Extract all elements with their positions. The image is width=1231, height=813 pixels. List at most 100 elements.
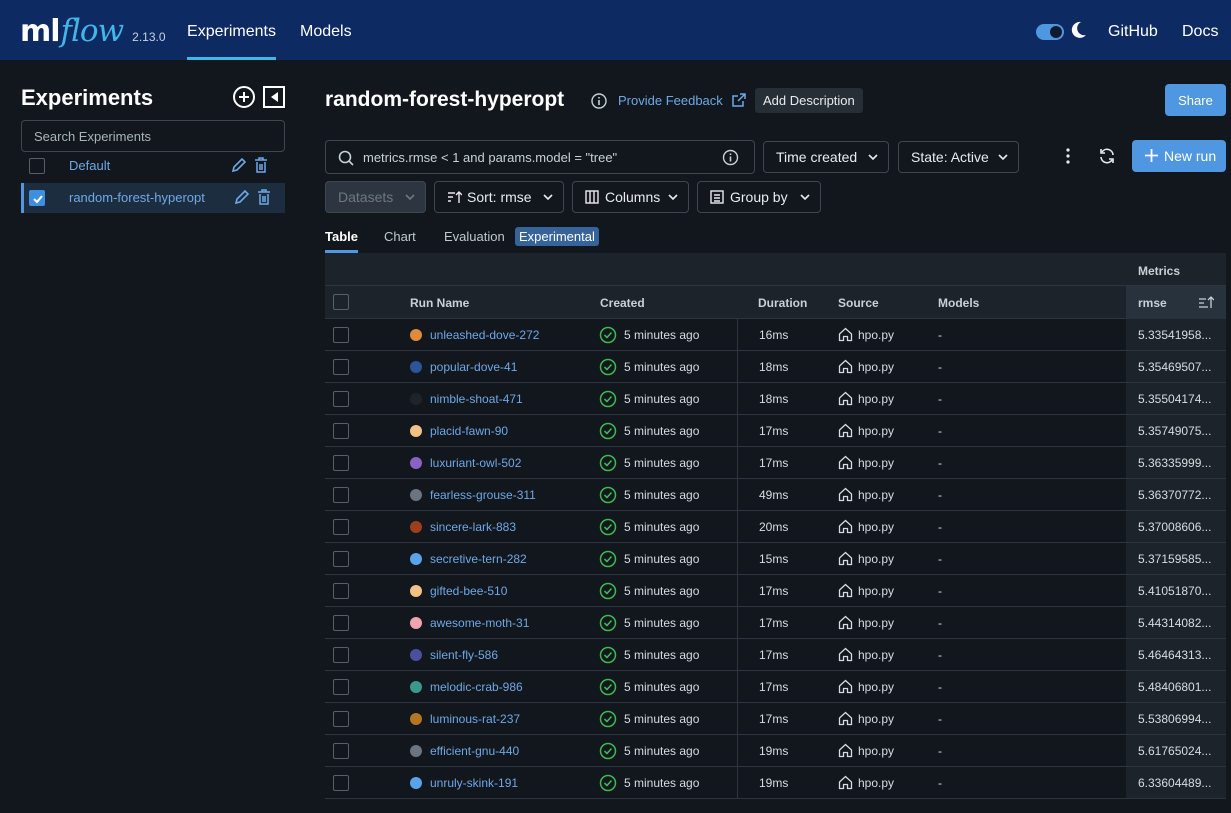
row-checkbox[interactable] bbox=[333, 519, 349, 535]
state-dropdown[interactable]: State: Active bbox=[898, 141, 1019, 173]
run-name-link[interactable]: gifted-bee-510 bbox=[430, 584, 507, 598]
tab-chart[interactable]: Chart bbox=[384, 229, 416, 244]
source-value[interactable]: hpo.py bbox=[858, 456, 894, 470]
table-row[interactable]: sincere-lark-883 5 minutes ago 20ms hpo.… bbox=[325, 511, 1226, 543]
collapse-sidebar-icon[interactable] bbox=[262, 85, 286, 109]
table-row[interactable]: nimble-shoat-471 5 minutes ago 18ms hpo.… bbox=[325, 383, 1226, 415]
run-color-dot[interactable] bbox=[410, 425, 422, 437]
run-name-link[interactable]: efficient-gnu-440 bbox=[430, 744, 519, 758]
row-checkbox[interactable] bbox=[333, 327, 349, 343]
table-row[interactable]: unleashed-dove-272 5 minutes ago 16ms hp… bbox=[325, 319, 1226, 351]
edit-icon[interactable] bbox=[231, 157, 247, 173]
info-icon[interactable] bbox=[591, 93, 607, 109]
header-duration[interactable]: Duration bbox=[758, 296, 807, 310]
row-checkbox[interactable] bbox=[333, 647, 349, 663]
run-color-dot[interactable] bbox=[410, 745, 422, 757]
tab-table[interactable]: Table bbox=[325, 229, 358, 244]
refresh-icon[interactable] bbox=[1098, 147, 1116, 165]
run-color-dot[interactable] bbox=[410, 521, 422, 533]
dark-mode-toggle[interactable] bbox=[1036, 24, 1064, 40]
row-checkbox[interactable] bbox=[333, 679, 349, 695]
nav-experiments[interactable]: Experiments bbox=[187, 0, 276, 60]
row-checkbox[interactable] bbox=[333, 359, 349, 375]
datasets-dropdown[interactable]: Datasets bbox=[325, 181, 426, 213]
run-search-input[interactable]: metrics.rmse < 1 and params.model = "tre… bbox=[325, 140, 755, 174]
row-checkbox[interactable] bbox=[333, 487, 349, 503]
share-button[interactable]: Share bbox=[1165, 84, 1226, 116]
run-name-link[interactable]: unleashed-dove-272 bbox=[430, 328, 539, 342]
nav-docs[interactable]: Docs bbox=[1182, 0, 1218, 60]
source-value[interactable]: hpo.py bbox=[858, 392, 894, 406]
table-row[interactable]: fearless-grouse-311 5 minutes ago 49ms h… bbox=[325, 479, 1226, 511]
sidebar-item-random-forest-hyperopt[interactable]: random-forest-hyperopt bbox=[21, 183, 285, 213]
run-color-dot[interactable] bbox=[410, 617, 422, 629]
source-value[interactable]: hpo.py bbox=[858, 648, 894, 662]
table-row[interactable]: luxuriant-owl-502 5 minutes ago 17ms hpo… bbox=[325, 447, 1226, 479]
group-by-dropdown[interactable]: Group by bbox=[697, 181, 821, 213]
run-name-link[interactable]: popular-dove-41 bbox=[430, 360, 517, 374]
source-value[interactable]: hpo.py bbox=[858, 712, 894, 726]
row-checkbox[interactable] bbox=[333, 583, 349, 599]
mlflow-logo[interactable]: ml flow 2.13.0 bbox=[20, 13, 166, 49]
source-value[interactable]: hpo.py bbox=[858, 424, 894, 438]
columns-dropdown[interactable]: Columns bbox=[572, 181, 689, 213]
table-row[interactable]: gifted-bee-510 5 minutes ago 17ms hpo.py… bbox=[325, 575, 1226, 607]
sort-dropdown[interactable]: Sort: rmse bbox=[434, 181, 564, 213]
add-experiment-icon[interactable] bbox=[232, 85, 256, 109]
row-checkbox[interactable] bbox=[333, 711, 349, 727]
run-name-link[interactable]: unruly-skink-191 bbox=[430, 776, 518, 790]
run-color-dot[interactable] bbox=[410, 585, 422, 597]
delete-icon[interactable] bbox=[257, 189, 271, 205]
run-name-link[interactable]: silent-fly-586 bbox=[430, 648, 498, 662]
table-row[interactable]: melodic-crab-986 5 minutes ago 17ms hpo.… bbox=[325, 671, 1226, 703]
source-value[interactable]: hpo.py bbox=[858, 488, 894, 502]
external-link-icon[interactable] bbox=[732, 93, 746, 107]
table-row[interactable]: luminous-rat-237 5 minutes ago 17ms hpo.… bbox=[325, 703, 1226, 735]
experiment-label[interactable]: random-forest-hyperopt bbox=[69, 190, 205, 205]
run-name-link[interactable]: placid-fawn-90 bbox=[430, 424, 508, 438]
run-color-dot[interactable] bbox=[410, 393, 422, 405]
run-name-link[interactable]: nimble-shoat-471 bbox=[430, 392, 523, 406]
run-name-link[interactable]: secretive-tern-282 bbox=[430, 552, 527, 566]
search-query-text[interactable]: metrics.rmse < 1 and params.model = "tre… bbox=[363, 150, 617, 165]
run-color-dot[interactable] bbox=[410, 649, 422, 661]
run-name-link[interactable]: luxuriant-owl-502 bbox=[430, 456, 521, 470]
run-name-link[interactable]: fearless-grouse-311 bbox=[430, 488, 536, 502]
run-name-link[interactable]: awesome-moth-31 bbox=[430, 616, 529, 630]
delete-icon[interactable] bbox=[254, 157, 268, 173]
experiment-checkbox[interactable] bbox=[29, 190, 45, 206]
search-help-icon[interactable] bbox=[722, 149, 739, 166]
run-color-dot[interactable] bbox=[410, 713, 422, 725]
sidebar-item-default[interactable]: Default bbox=[21, 151, 285, 181]
run-name-link[interactable]: luminous-rat-237 bbox=[430, 712, 520, 726]
row-checkbox[interactable] bbox=[333, 775, 349, 791]
row-checkbox[interactable] bbox=[333, 551, 349, 567]
header-created[interactable]: Created bbox=[600, 296, 645, 310]
row-checkbox[interactable] bbox=[333, 615, 349, 631]
header-models[interactable]: Models bbox=[938, 296, 979, 310]
sort-ascending-icon[interactable] bbox=[1198, 295, 1214, 309]
source-value[interactable]: hpo.py bbox=[858, 520, 894, 534]
table-row[interactable]: popular-dove-41 5 minutes ago 18ms hpo.p… bbox=[325, 351, 1226, 383]
source-value[interactable]: hpo.py bbox=[858, 680, 894, 694]
run-color-dot[interactable] bbox=[410, 457, 422, 469]
add-description-button[interactable]: Add Description bbox=[755, 88, 863, 113]
source-value[interactable]: hpo.py bbox=[858, 360, 894, 374]
run-color-dot[interactable] bbox=[410, 489, 422, 501]
nav-models[interactable]: Models bbox=[300, 0, 352, 60]
provide-feedback-link[interactable]: Provide Feedback bbox=[618, 93, 723, 108]
more-options-icon[interactable] bbox=[1062, 147, 1074, 165]
time-created-dropdown[interactable]: Time created bbox=[763, 141, 889, 173]
source-value[interactable]: hpo.py bbox=[858, 328, 894, 342]
table-row[interactable]: secretive-tern-282 5 minutes ago 15ms hp… bbox=[325, 543, 1226, 575]
row-checkbox[interactable] bbox=[333, 423, 349, 439]
source-value[interactable]: hpo.py bbox=[858, 584, 894, 598]
tab-evaluation[interactable]: Evaluation bbox=[444, 229, 505, 244]
search-experiments-input[interactable] bbox=[21, 120, 285, 152]
experiment-label[interactable]: Default bbox=[69, 158, 110, 173]
edit-icon[interactable] bbox=[234, 189, 250, 205]
run-color-dot[interactable] bbox=[410, 329, 422, 341]
header-rmse[interactable]: rmse bbox=[1138, 296, 1167, 310]
row-checkbox[interactable] bbox=[333, 455, 349, 471]
experiment-checkbox[interactable] bbox=[29, 158, 45, 174]
